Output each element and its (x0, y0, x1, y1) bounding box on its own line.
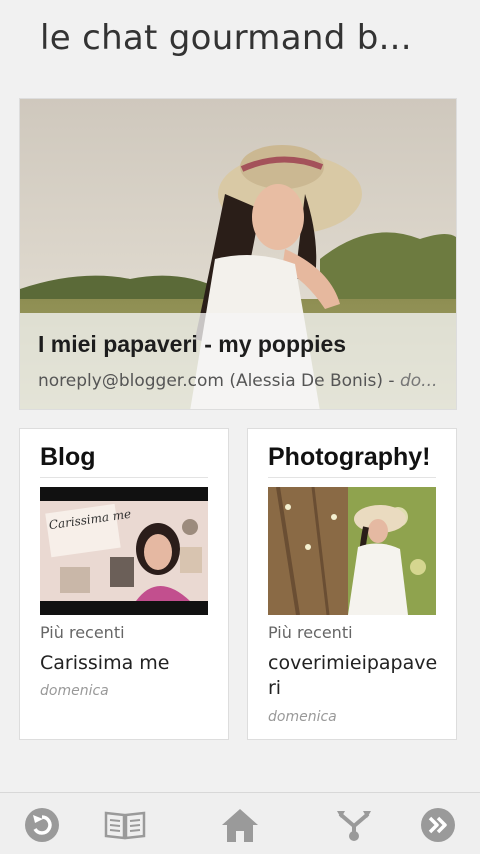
app-screen: le chat gourmand b... I miei papaveri - … (0, 0, 480, 854)
forward-icon (421, 808, 455, 842)
recent-item-date: domenica (268, 709, 337, 725)
blog-card[interactable]: Blog Carissima me Più recenti Carissima … (19, 428, 229, 740)
card-title: Photography! (268, 443, 431, 471)
forward-button[interactable] (416, 803, 460, 847)
blog-thumbnail: Carissima me (40, 487, 208, 615)
recent-label: Più recenti (268, 623, 353, 642)
featured-post-author: noreply@blogger.com (Alessia De Bonis) - (38, 371, 395, 391)
featured-caption: I miei papaveri - my poppies noreply@blo… (20, 313, 456, 409)
recent-item-date: domenica (40, 683, 109, 699)
divider (40, 477, 208, 478)
home-icon (222, 809, 258, 842)
bottom-toolbar (0, 792, 480, 854)
recent-item-title[interactable]: Carissima me (40, 651, 212, 676)
featured-post-card[interactable]: I miei papaveri - my poppies noreply@blo… (19, 98, 457, 410)
photography-thumbnail (268, 487, 436, 615)
divider (268, 477, 436, 478)
back-icon (25, 808, 59, 842)
book-icon (104, 811, 146, 840)
recent-item-title[interactable]: coverimieipapaveri (268, 651, 440, 701)
card-title: Blog (40, 443, 96, 471)
home-button[interactable] (218, 803, 262, 847)
photography-card[interactable]: Photography! Più recenti coverimieipapav… (247, 428, 457, 740)
page-title: le chat gourmand b... (40, 18, 412, 58)
library-button[interactable] (103, 803, 147, 847)
featured-post-meta: noreply@blogger.com (Alessia De Bonis) -… (38, 371, 438, 391)
featured-post-date: do... (399, 371, 438, 391)
share-button[interactable] (332, 803, 376, 847)
share-icon (337, 811, 371, 841)
back-button[interactable] (20, 803, 64, 847)
recent-label: Più recenti (40, 623, 125, 642)
featured-post-title: I miei papaveri - my poppies (38, 331, 347, 357)
